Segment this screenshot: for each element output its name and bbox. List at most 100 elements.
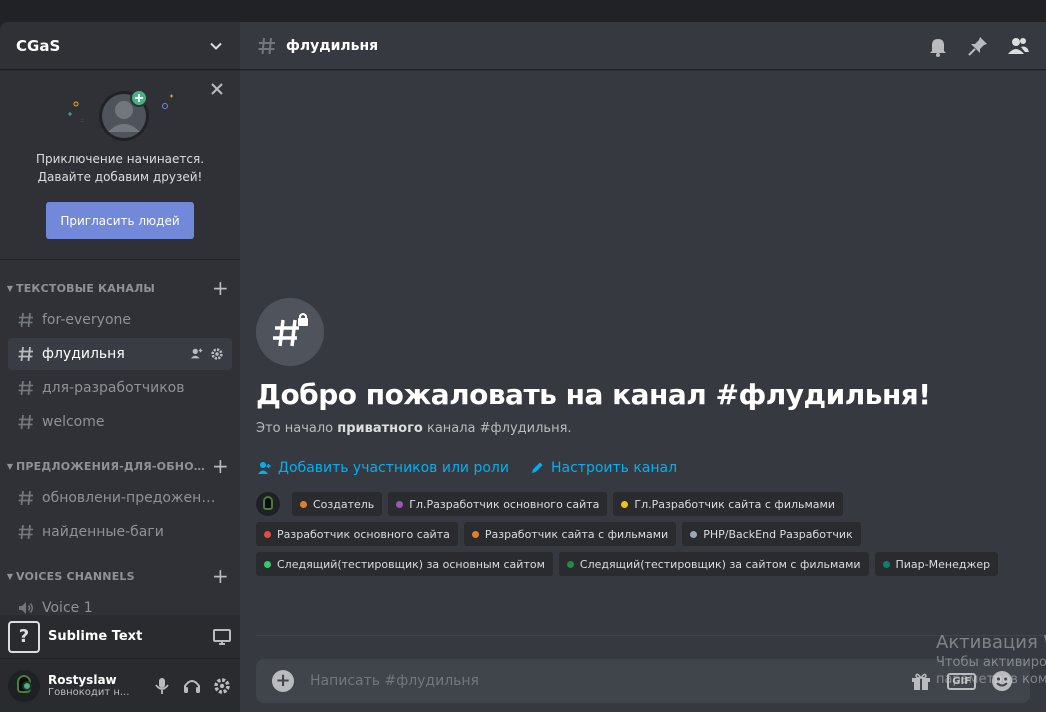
add-channel-icon[interactable]: +	[212, 278, 229, 298]
locked-hash-icon	[256, 298, 324, 366]
role-name: Следящий(тестировщик) за сайтом с фильма…	[579, 557, 861, 571]
gift-icon[interactable]	[909, 669, 933, 693]
invite-prompt: :: Приключение начинается. Давайте добав…	[0, 70, 240, 260]
category-label: ТЕКСТОВЫЕ КАНАЛЫ	[16, 281, 156, 295]
role-name: Разработчик основного сайта	[277, 527, 450, 541]
invite-user-icon[interactable]	[190, 347, 204, 361]
role-chip[interactable]: Разработчик основного сайта	[256, 522, 458, 546]
welcome-title: Добро пожаловать на канал #флудильня!	[256, 378, 931, 411]
microphone-icon[interactable]	[152, 676, 172, 696]
locked-hash-icon	[18, 346, 33, 362]
channel-name: флудильня	[42, 346, 125, 362]
role-chip[interactable]: Следящий(тестировщик) за основным сайтом	[256, 552, 553, 576]
svg-text:::: ::	[80, 117, 84, 124]
role-chip[interactable]: Создатель	[292, 492, 383, 516]
custom-status: Говнокодит н...	[48, 687, 130, 698]
hash-icon	[18, 414, 33, 430]
channel-name: welcome	[42, 414, 105, 430]
channel-name: обновлени-предожения...	[42, 490, 224, 506]
unknown-game-icon: ?	[8, 620, 40, 653]
channel-fludilnya[interactable]: флудильня	[8, 338, 232, 370]
role-color-dot	[621, 500, 629, 508]
members-icon[interactable]	[1006, 34, 1030, 58]
role-list: Создатель Гл.Разработчик основного сайта…	[256, 492, 1016, 576]
channel-welcome[interactable]: welcome	[8, 406, 232, 438]
message-input[interactable]: Написать #флудильня	[310, 673, 909, 689]
role-chip[interactable]: Гл.Разработчик сайта с фильмами	[613, 492, 843, 516]
add-channel-icon[interactable]: +	[212, 566, 229, 586]
role-chip[interactable]: Пиар-Менеджер	[874, 552, 999, 576]
channel-name: найденные-баги	[42, 524, 164, 540]
divider	[256, 635, 1046, 636]
add-members-button[interactable]: Добавить участников или роли	[256, 460, 509, 476]
hash-icon	[18, 524, 33, 540]
headphones-icon[interactable]	[182, 676, 202, 696]
channel-name: Voice 1	[42, 600, 93, 616]
pin-icon[interactable]	[966, 34, 990, 58]
role-name: Разработчик сайта с фильмами	[484, 527, 669, 541]
hash-icon	[18, 312, 33, 328]
role-color-dot	[690, 530, 698, 538]
channel-title: флудильня	[286, 37, 379, 54]
channel-for-developers[interactable]: для-разработчиков	[8, 372, 232, 404]
category-label: ПРЕДЛОЖЕНИЯ-ДЛЯ-ОБНОВЛЕ...	[16, 459, 212, 473]
chevron-down-icon: ▼	[6, 461, 14, 471]
add-attachment-icon[interactable]: +	[272, 670, 294, 692]
category-label: VOICES CHANNELS	[16, 569, 135, 583]
add-members-label: Добавить участников или роли	[278, 460, 509, 476]
role-name: Гл.Разработчик основного сайта	[409, 497, 600, 511]
configure-channel-button[interactable]: Настроить канал	[529, 460, 677, 476]
role-color-dot	[300, 500, 307, 508]
channel-name: для-разработчиков	[42, 380, 185, 396]
gear-icon[interactable]	[212, 676, 232, 696]
window-titlebar	[0, 0, 1046, 22]
pencil-icon	[531, 462, 543, 473]
bell-icon[interactable]	[926, 34, 950, 58]
role-name: Следящий(тестировщик) за основным сайтом	[277, 557, 545, 571]
role-chip[interactable]: PHP/BackEnd Разработчик	[682, 522, 861, 546]
hash-icon	[18, 380, 33, 396]
emoji-icon[interactable]	[990, 669, 1014, 693]
intro-text-end: канала #флудильня.	[422, 421, 572, 436]
close-icon[interactable]	[210, 82, 224, 96]
server-header[interactable]: CGaS	[0, 22, 240, 70]
role-name: Создатель	[313, 497, 375, 511]
role-name: Пиар-Менеджер	[895, 557, 991, 571]
locked-hash-icon	[258, 37, 275, 54]
channel-sidebar: CGaS :: Приключение начинается. Давайте	[0, 22, 240, 712]
role-color-dot	[471, 530, 479, 538]
role-chip[interactable]: Гл.Разработчик основного сайта	[388, 492, 608, 516]
channel-header: флудильня	[240, 22, 1046, 70]
role-color-dot	[882, 560, 890, 568]
add-user-icon	[258, 462, 271, 474]
invite-people-button[interactable]: Пригласить людей	[46, 202, 194, 239]
role-color-dot	[566, 560, 574, 568]
activity-name: Sublime Text	[48, 629, 143, 644]
category-suggestions[interactable]: ▼ ПРЕДЛОЖЕНИЯ-ДЛЯ-ОБНОВЛЕ... +	[0, 452, 240, 480]
category-voice-channels[interactable]: ▼ VOICES CHANNELS +	[0, 562, 240, 590]
username: Rostyslaw	[48, 673, 117, 687]
channel-updates-suggestions[interactable]: обновлени-предожения...	[8, 482, 232, 514]
chat-area: флудильня Добро пожаловать на канал #флу…	[240, 22, 1046, 712]
gif-button[interactable]: GIF	[947, 672, 976, 690]
screen-share-icon[interactable]	[212, 627, 232, 647]
channel-for-everyone[interactable]: for-everyone	[8, 304, 232, 336]
add-channel-icon[interactable]: +	[212, 456, 229, 476]
role-color-dot	[396, 500, 404, 508]
avatar[interactable]	[256, 492, 280, 516]
invite-text: Приключение начинается. Давайте добавим …	[0, 150, 240, 186]
chevron-down-icon[interactable]	[208, 38, 224, 54]
role-name: PHP/BackEnd Разработчик	[703, 527, 853, 541]
intro-bold-text: приватного	[337, 421, 423, 436]
server-name: CGaS	[16, 36, 61, 55]
gear-icon[interactable]	[210, 347, 224, 361]
role-chip[interactable]: Следящий(тестировщик) за сайтом с фильма…	[558, 552, 869, 576]
channel-found-bugs[interactable]: найденные-баги	[8, 516, 232, 548]
message-composer[interactable]: + Написать #флудильня GIF	[256, 659, 1030, 703]
role-name: Гл.Разработчик сайта с фильмами	[634, 497, 835, 511]
role-chip[interactable]: Разработчик сайта с фильмами	[463, 522, 677, 546]
invite-illustration-icon: ::	[68, 89, 173, 141]
category-text-channels[interactable]: ▼ ТЕКСТОВЫЕ КАНАЛЫ +	[0, 274, 240, 302]
channel-name: for-everyone	[42, 312, 132, 328]
invite-line-2: Давайте добавим друзей!	[37, 170, 203, 184]
